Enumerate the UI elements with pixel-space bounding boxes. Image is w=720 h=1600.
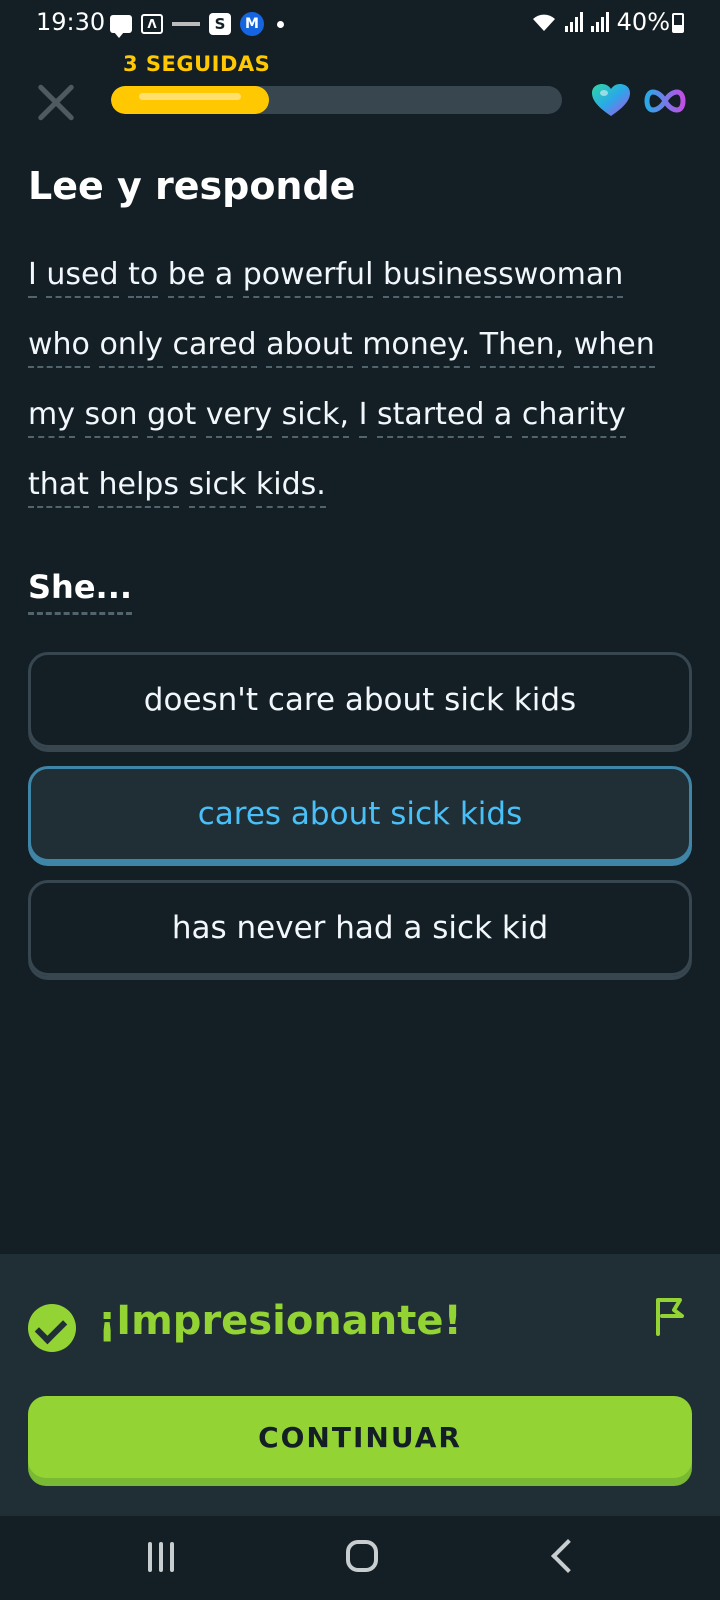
passage-word[interactable]: kids. [255, 467, 326, 508]
signal-icon-1 [564, 12, 583, 32]
app-s-icon: S [209, 13, 231, 35]
answer-option-3[interactable]: has never had a sick kid [28, 880, 692, 976]
check-circle-icon [28, 1304, 76, 1352]
streak-label: 3 SEGUIDAS [123, 52, 271, 76]
passage-word[interactable]: only [99, 327, 163, 368]
passage-word[interactable]: I [28, 257, 37, 298]
home-icon[interactable] [346, 1540, 378, 1572]
progress-shine [139, 93, 241, 100]
passage-word[interactable]: a [493, 397, 513, 438]
infinity-icon [644, 89, 686, 113]
passage-word[interactable]: my [28, 397, 75, 438]
passage-word[interactable]: sick, [281, 397, 350, 438]
passage-word[interactable]: businesswoman [382, 257, 624, 298]
passage-word[interactable]: sick [188, 467, 247, 508]
passage-word[interactable]: a [214, 257, 234, 298]
passage-word[interactable]: that [28, 467, 89, 508]
passage-word[interactable]: son [84, 397, 138, 438]
passage-word[interactable]: very [205, 397, 273, 438]
question-prompt: She... [28, 568, 132, 615]
passage-word[interactable]: be [167, 257, 206, 298]
passage-word[interactable]: I [358, 397, 368, 438]
lesson-progress-bar [111, 86, 562, 114]
notification-icons: Λ S M [110, 12, 284, 38]
wifi-icon [532, 14, 555, 31]
battery-icon [672, 13, 684, 33]
passage-word[interactable]: cared [172, 327, 257, 368]
passage-word[interactable]: used [46, 257, 119, 298]
passage-word[interactable]: powerful [242, 257, 374, 298]
recent-apps-icon[interactable] [148, 1542, 174, 1572]
status-bar: 19:30 Λ S M 40% [0, 0, 720, 46]
feedback-message: ¡Impresionante! [98, 1298, 462, 1344]
battery-percent: 40% [616, 8, 670, 36]
more-notifications-dot-icon [277, 20, 284, 28]
answer-option-3-label: has never had a sick kid [171, 910, 549, 946]
passage-word[interactable]: Then, [479, 327, 565, 368]
passage-word[interactable]: who [28, 327, 90, 368]
app-banner-icon [172, 22, 200, 26]
status-right: 40% [531, 8, 670, 36]
signal-icon-2 [590, 12, 609, 32]
passage-word[interactable]: started [376, 397, 485, 438]
report-flag-icon[interactable] [652, 1294, 688, 1338]
back-icon[interactable] [551, 1539, 585, 1573]
app-m-icon: M [240, 12, 264, 36]
message-icon [110, 15, 132, 38]
close-button[interactable] [34, 80, 78, 124]
exercise-title: Lee y responde [28, 164, 356, 208]
answer-option-2[interactable]: cares about sick kids [28, 766, 692, 862]
passage-word[interactable]: when [573, 327, 655, 368]
progress-fill [111, 86, 269, 114]
answer-option-1-label: doesn't care about sick kids [143, 682, 577, 718]
answer-option-1[interactable]: doesn't care about sick kids [28, 652, 692, 748]
answer-option-2-label: cares about sick kids [197, 796, 523, 832]
continue-button[interactable]: CONTINUAR [28, 1396, 692, 1478]
system-nav-bar [0, 1516, 720, 1600]
app-a-icon: Λ [141, 14, 163, 34]
passage-word[interactable]: to [128, 257, 159, 298]
status-time: 19:30 [36, 8, 106, 36]
heart-icon[interactable] [592, 84, 630, 118]
passage-word[interactable]: charity [521, 397, 626, 438]
passage-word[interactable]: money. [362, 327, 471, 368]
feedback-panel: ¡Impresionante! CONTINUAR [0, 1254, 720, 1516]
passage-word[interactable]: helps [98, 467, 179, 508]
reading-passage: I used to be a powerful businesswoman wh… [28, 240, 690, 520]
passage-word[interactable]: about [266, 327, 353, 368]
passage-word[interactable]: got [147, 397, 197, 438]
